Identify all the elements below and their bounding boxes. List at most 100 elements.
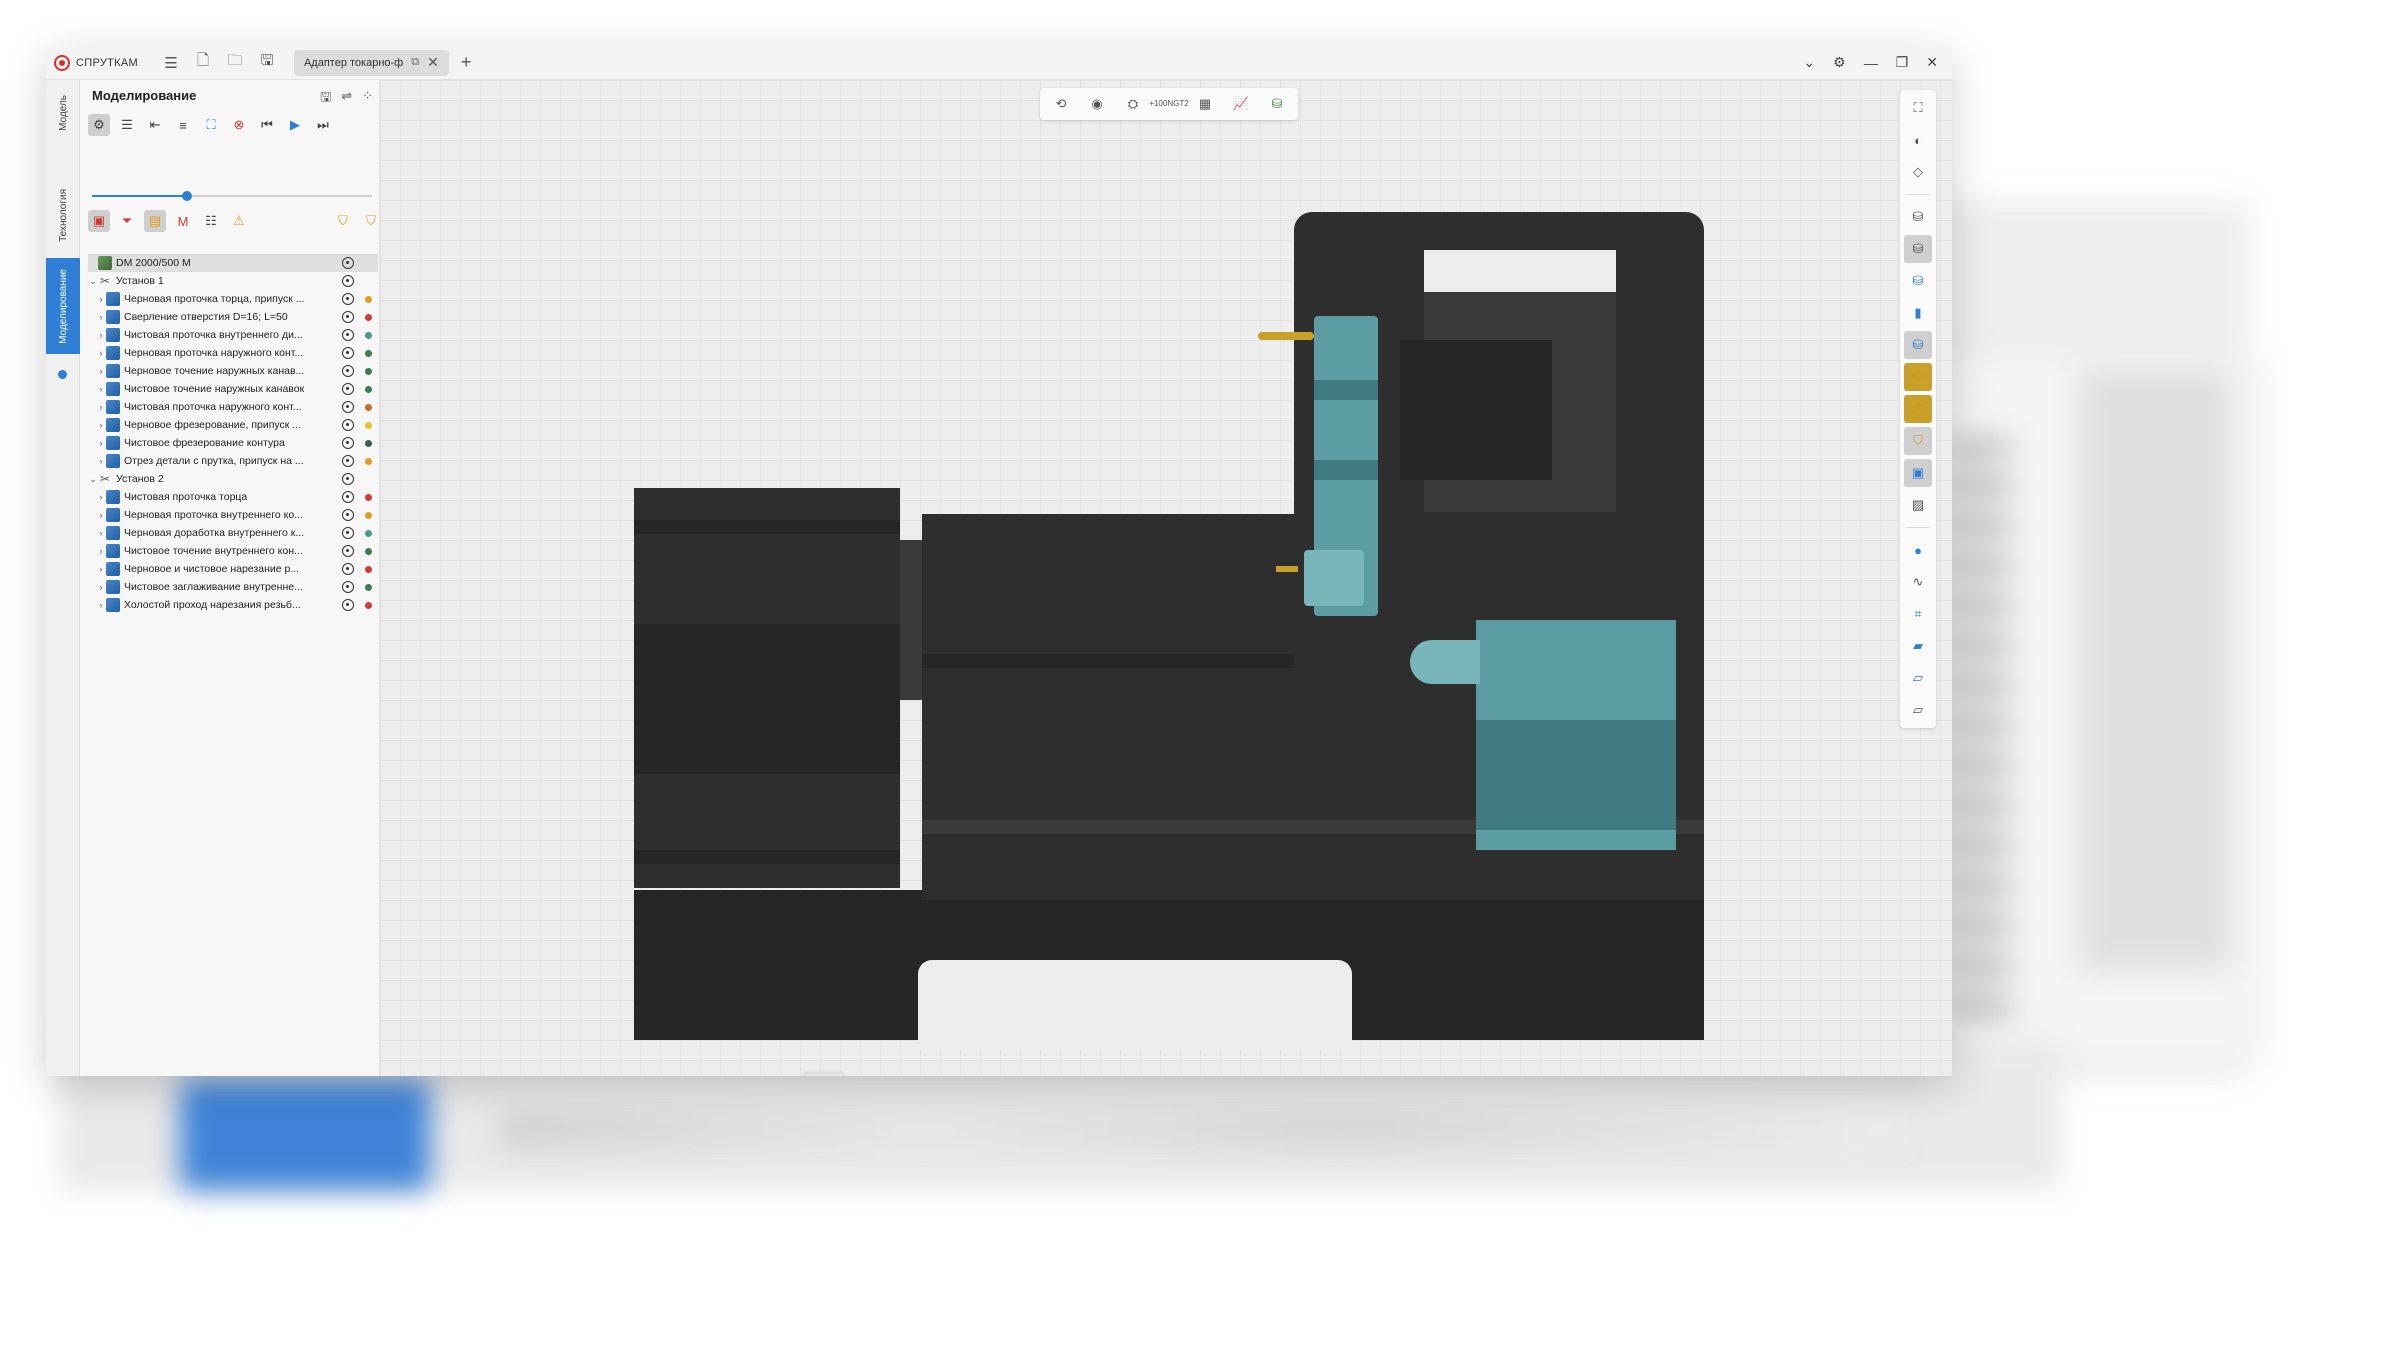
visibility-target-icon[interactable]: [342, 509, 354, 521]
document-tab[interactable]: Адаптер токарно-ф ⧉ ✕: [293, 49, 449, 76]
tree-row-operation[interactable]: › Чистовое заглаживание внутренне...: [88, 578, 378, 596]
add-tab-icon[interactable]: +: [461, 52, 472, 73]
chevron-down-icon[interactable]: ⌄: [1803, 54, 1815, 71]
tree-row-operation[interactable]: › Чистовое точение наружных канавок: [88, 380, 378, 398]
chevron-right-icon[interactable]: ›: [96, 564, 106, 574]
visibility-target-icon[interactable]: [342, 473, 354, 485]
mesh-icon[interactable]: ⌗: [1904, 600, 1932, 628]
save-icon[interactable]: 🖫: [254, 50, 280, 76]
play-icon[interactable]: ▶: [284, 114, 306, 136]
calculator-icon[interactable]: ▦: [1192, 91, 1218, 117]
chevron-right-icon[interactable]: ›: [96, 384, 106, 394]
visibility-target-icon[interactable]: [342, 311, 354, 323]
list-view-icon[interactable]: ☰: [116, 114, 138, 136]
material-icon[interactable]: ▤: [144, 210, 166, 232]
slider-knob[interactable]: [182, 191, 193, 201]
tab-simulation[interactable]: Моделирование: [46, 258, 80, 354]
curve-icon[interactable]: ∿: [1904, 568, 1932, 596]
tree-row-operation[interactable]: › Сверление отверстия D=16; L=50: [88, 308, 378, 326]
chevron-right-icon[interactable]: ›: [96, 456, 106, 466]
tree-row-setup[interactable]: ⌄ ✂ Установ 1: [88, 272, 378, 290]
visibility-target-icon[interactable]: [342, 419, 354, 431]
new-file-icon[interactable]: 🗋: [190, 50, 216, 76]
model-icon[interactable]: ▣: [1904, 459, 1932, 487]
tree-row-operation[interactable]: › Черновая проточка наружного конт...: [88, 344, 378, 362]
tree-row-operation[interactable]: › Отрез детали с прутка, припуск на ...: [88, 452, 378, 470]
ngt-button[interactable]: +100 NGT2: [1149, 91, 1188, 117]
settings-sliders-icon[interactable]: ⇌: [341, 88, 352, 110]
tool-filter-icon[interactable]: ⏷: [116, 210, 138, 232]
restore-icon[interactable]: ❐: [1896, 54, 1909, 71]
collision-check-icon[interactable]: ▣: [88, 210, 110, 232]
visibility-target-icon[interactable]: [342, 329, 354, 341]
tree-row-operation[interactable]: › Чистовое точение внутреннего кон...: [88, 542, 378, 560]
rotate-view-icon[interactable]: ⟲: [1048, 91, 1074, 117]
chevron-right-icon[interactable]: ›: [96, 366, 106, 376]
open-folder-icon[interactable]: 🗀: [222, 50, 248, 76]
tab-close-icon[interactable]: ✕: [427, 54, 439, 71]
tree-row-operation[interactable]: › Чистовая проточка наружного конт...: [88, 398, 378, 416]
chevron-right-icon[interactable]: ›: [96, 546, 106, 556]
visibility-target-icon[interactable]: [342, 347, 354, 359]
minimize-icon[interactable]: —: [1864, 55, 1878, 71]
grid-menu-icon[interactable]: ⁘: [362, 88, 373, 110]
chevron-right-icon[interactable]: ›: [96, 528, 106, 538]
fit-view-icon[interactable]: ⛶: [200, 114, 222, 136]
surface-icon[interactable]: ▰: [1904, 632, 1932, 660]
visibility-target-icon[interactable]: [342, 365, 354, 377]
gear-icon[interactable]: ⚙: [1833, 54, 1846, 71]
section-icon[interactable]: ▱: [1904, 696, 1932, 724]
chevron-right-icon[interactable]: ›: [96, 312, 106, 322]
chevron-right-icon[interactable]: ›: [96, 348, 106, 358]
menu-icon[interactable]: ☰: [158, 50, 184, 76]
warning-icon[interactable]: ⚠: [228, 210, 250, 232]
tree-row-operation[interactable]: › Черновое точение наружных канав...: [88, 362, 378, 380]
tree-row-operation[interactable]: › Черновая доработка внутреннего к...: [88, 524, 378, 542]
chevron-right-icon[interactable]: ›: [96, 492, 106, 502]
view-cube[interactable]: [804, 1072, 844, 1076]
tree-row-operation[interactable]: › Холостой проход нарезания резьб...: [88, 596, 378, 614]
chevron-right-icon[interactable]: ›: [96, 402, 106, 412]
visibility-target-icon[interactable]: [342, 563, 354, 575]
numbered-list-icon[interactable]: ≡: [172, 114, 194, 136]
tree-row-operation[interactable]: › Чистовая проточка внутреннего ди...: [88, 326, 378, 344]
simulation-mode-icon[interactable]: ⚙: [88, 114, 110, 136]
rewind-icon[interactable]: ⏮: [256, 114, 278, 136]
tool-path-icon[interactable]: ⛭: [1120, 91, 1146, 117]
stop-icon[interactable]: ⊗: [228, 114, 250, 136]
visibility-target-icon[interactable]: [342, 293, 354, 305]
chevron-right-icon[interactable]: ›: [96, 582, 106, 592]
zoom-fit-icon[interactable]: ⛶: [1904, 94, 1932, 122]
chevron-right-icon[interactable]: ›: [96, 510, 106, 520]
tree-row-operation[interactable]: › Черновое фрезерование, припуск ...: [88, 416, 378, 434]
part-icon[interactable]: ⛁: [1904, 331, 1932, 359]
close-icon[interactable]: ✕: [1926, 54, 1938, 71]
visibility-target-icon[interactable]: [342, 275, 354, 287]
surface-outline-icon[interactable]: ▱: [1904, 664, 1932, 692]
chevron-right-icon[interactable]: ›: [96, 600, 106, 610]
visibility-target-icon[interactable]: [342, 491, 354, 503]
tree-row-operation[interactable]: › Чистовое фрезерование контура: [88, 434, 378, 452]
highlight-off-icon[interactable]: ⛉: [360, 210, 382, 232]
tree-row-operation[interactable]: › Чистовая проточка торца: [88, 488, 378, 506]
visibility-target-icon[interactable]: [342, 545, 354, 557]
tab-model[interactable]: Модель: [46, 86, 80, 140]
save-layout-icon[interactable]: 🖫: [320, 88, 331, 110]
fixture-icon[interactable]: ⛁: [1904, 267, 1932, 295]
shading-icon[interactable]: ◐: [1904, 126, 1932, 154]
tree-row-operation[interactable]: › Черновая проточка внутреннего ко...: [88, 506, 378, 524]
fast-forward-icon[interactable]: ⏭: [312, 114, 334, 136]
layers-icon[interactable]: ◇: [1904, 158, 1932, 186]
visibility-target-icon[interactable]: [342, 257, 354, 269]
chevron-right-icon[interactable]: ›: [96, 330, 106, 340]
visibility-target-icon[interactable]: [342, 527, 354, 539]
simulation-progress-slider[interactable]: [92, 188, 372, 204]
tab-technology[interactable]: Технология: [46, 180, 80, 250]
stock-icon[interactable]: ▮: [1904, 299, 1932, 327]
machine-icon[interactable]: ⛁: [1904, 203, 1932, 231]
visibility-target-icon[interactable]: [342, 383, 354, 395]
record-icon[interactable]: ◉: [1084, 91, 1110, 117]
chevron-right-icon[interactable]: ›: [96, 294, 106, 304]
visibility-target-icon[interactable]: [342, 599, 354, 611]
measure-icon[interactable]: M: [172, 210, 194, 232]
